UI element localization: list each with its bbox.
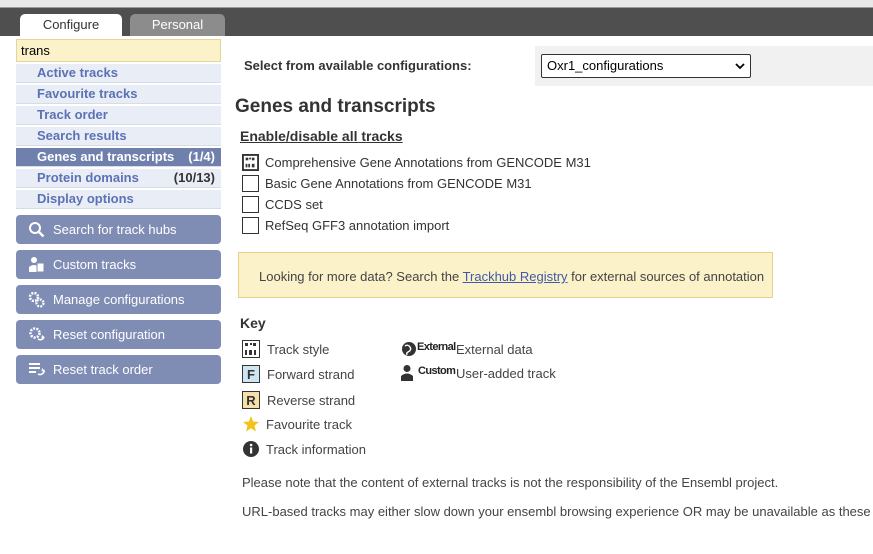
chevron-down-icon — [735, 63, 745, 70]
key-label: Favourite track — [266, 417, 352, 432]
nav-item-favourite-tracks[interactable]: Favourite tracks — [16, 85, 221, 104]
nav-item-count: (1/4) — [188, 149, 215, 164]
reorder-icon — [29, 363, 45, 376]
custom-tag: Custom — [418, 365, 456, 377]
gears-icon — [28, 291, 45, 308]
nav-item-label: Display options — [37, 191, 134, 206]
key-label: Forward strand — [267, 367, 355, 382]
track-search-input[interactable]: trans — [16, 39, 221, 62]
button-label: Reset track order — [53, 362, 153, 377]
key-label: External data — [456, 342, 533, 357]
notice-text-after: for external sources of annotation — [567, 269, 765, 284]
external-tracks-note: Please note that the content of external… — [242, 475, 779, 490]
info-icon — [243, 441, 259, 457]
nav-item-count: (10/13) — [173, 170, 215, 185]
toolbar-strip — [0, 0, 873, 8]
track-checkbox[interactable] — [242, 217, 259, 234]
custom-tracks-button[interactable]: Custom tracks — [16, 250, 221, 279]
button-label: Reset configuration — [53, 327, 166, 342]
top-bar: Configure Page Personal Data — [0, 0, 873, 54]
track-style-icon — [242, 340, 260, 358]
manage-configurations-button[interactable]: Manage configurations — [16, 285, 221, 314]
svg-text:F: F — [247, 367, 255, 382]
reverse-strand-icon: R — [242, 391, 260, 409]
config-select-label: Select from available configurations: — [244, 58, 472, 73]
config-select-value: Oxr1_configurations — [547, 58, 664, 73]
search-track-hubs-button[interactable]: Search for track hubs — [16, 215, 221, 244]
tab-personal-data[interactable]: Personal Data — [130, 14, 225, 54]
track-label: Basic Gene Annotations from GENCODE M31 — [265, 176, 532, 191]
trackhub-notice: Looking for more data? Search the Trackh… — [238, 252, 773, 298]
forward-strand-icon: F — [242, 365, 260, 383]
nav-item-label: Favourite tracks — [37, 86, 138, 101]
button-label: Search for track hubs — [53, 222, 177, 237]
track-checkbox[interactable] — [242, 196, 259, 213]
key-title: Key — [240, 315, 266, 331]
track-style-icon[interactable] — [242, 154, 259, 171]
reset-gear-icon — [29, 327, 45, 341]
custom-track-icon — [29, 257, 45, 273]
button-label: Custom tracks — [53, 257, 137, 272]
nav-item-protein-domains[interactable]: Protein domains (10/13) — [16, 169, 221, 188]
key-label: User-added track — [456, 366, 556, 381]
star-icon — [243, 416, 259, 432]
config-select[interactable]: Oxr1_configurations — [541, 54, 751, 78]
left-panel: trans Active tracks Favourite tracks Tra… — [0, 36, 226, 554]
key-label: Track style — [267, 342, 330, 357]
track-checkbox[interactable] — [242, 175, 259, 192]
external-tag: External — [417, 341, 456, 353]
reset-configuration-button[interactable]: Reset configuration — [16, 320, 221, 349]
track-label: Comprehensive Gene Annotations from GENC… — [265, 155, 591, 170]
nav-item-label: Active tracks — [37, 65, 118, 80]
svg-text:R: R — [246, 393, 256, 408]
nav-item-genes-and-transcripts[interactable]: Genes and transcripts (1/4) — [16, 148, 221, 167]
nav-item-label: Protein domains — [37, 170, 139, 185]
nav-item-active-tracks[interactable]: Active tracks — [16, 64, 221, 83]
url-tracks-note: URL-based tracks may either slow down yo… — [242, 504, 873, 519]
track-label: RefSeq GFF3 annotation import — [265, 218, 450, 233]
reset-track-order-button[interactable]: Reset track order — [16, 355, 221, 384]
nav-item-display-options[interactable]: Display options — [16, 190, 221, 209]
notice-text-before: Looking for more data? Search the — [259, 269, 463, 284]
trackhub-registry-link[interactable]: Trackhub Registry — [463, 269, 568, 284]
nav-item-track-order[interactable]: Track order — [16, 106, 221, 125]
nav-item-search-results[interactable]: Search results — [16, 127, 221, 146]
track-label: CCDS set — [265, 197, 323, 212]
button-label: Manage configurations — [53, 292, 185, 307]
tab-configure-page[interactable]: Configure Page — [20, 14, 122, 54]
key-label: Track information — [266, 442, 366, 457]
search-icon — [29, 222, 45, 238]
nav-item-label: Genes and transcripts — [37, 149, 175, 164]
custom-icon — [401, 365, 413, 381]
section-title: Genes and transcripts — [235, 96, 436, 117]
nav-item-label: Track order — [37, 107, 108, 122]
nav-item-label: Search results — [37, 128, 127, 143]
enable-disable-all-link[interactable]: Enable/disable all tracks — [240, 128, 403, 144]
key-label: Reverse strand — [267, 393, 356, 408]
